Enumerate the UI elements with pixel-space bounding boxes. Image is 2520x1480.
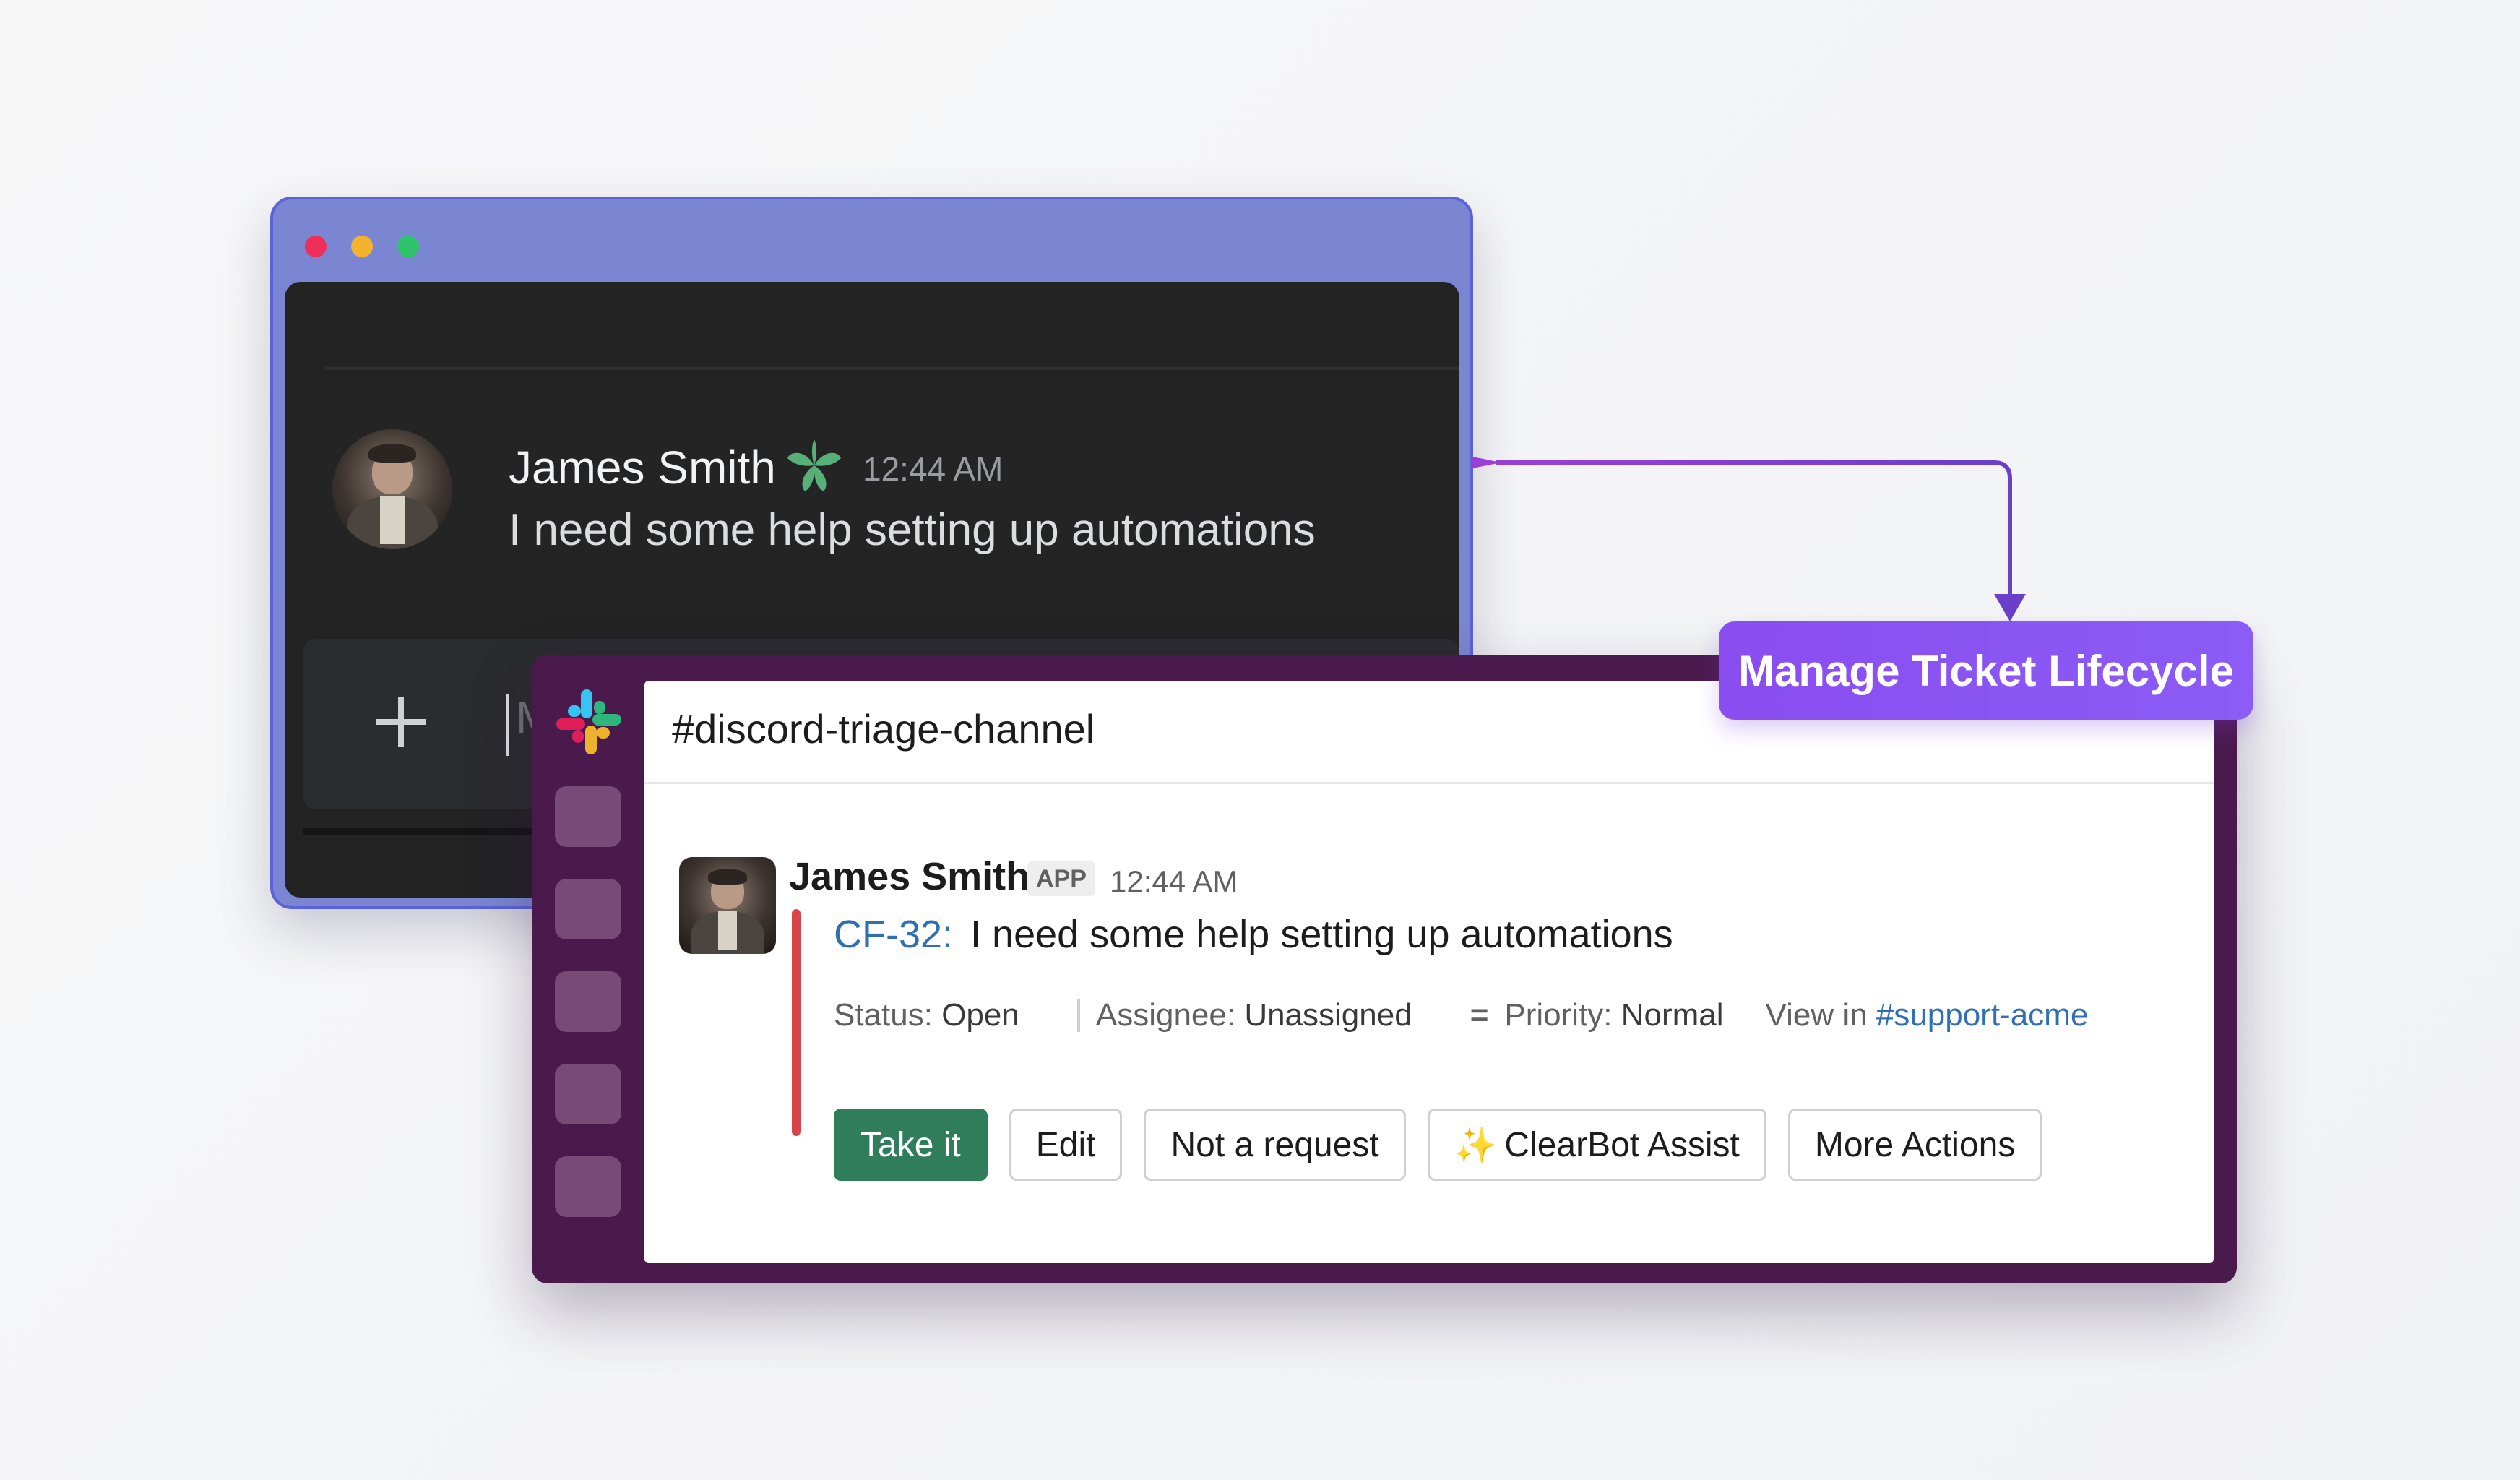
status-value: Open bbox=[941, 997, 1019, 1033]
slack-logo-icon bbox=[556, 689, 621, 754]
edit-button[interactable]: Edit bbox=[1009, 1109, 1123, 1181]
workspace-rail-item[interactable] bbox=[555, 1064, 621, 1124]
discord-divider bbox=[325, 367, 1459, 370]
minimize-window-dot[interactable] bbox=[351, 236, 373, 257]
workspace-rail-item[interactable] bbox=[555, 786, 621, 847]
leaf-badge-icon bbox=[788, 439, 841, 491]
assignee-separator bbox=[1076, 999, 1082, 1032]
workspace-rail-item[interactable] bbox=[555, 879, 621, 939]
ticket-meta: Status: Open Assignee: Unassigned = Prio… bbox=[834, 997, 2088, 1033]
ticket-summary: CF-32: I need some help setting up automa… bbox=[834, 912, 1673, 957]
workspace-rail-item[interactable] bbox=[555, 971, 621, 1032]
ticket-actions: Take it Edit Not a request ✨ ClearBot Ass… bbox=[834, 1109, 2042, 1181]
discord-timestamp: 12:44 AM bbox=[863, 450, 1004, 488]
clearbot-assist-button[interactable]: ✨ ClearBot Assist bbox=[1427, 1109, 1766, 1181]
discord-username[interactable]: James Smith bbox=[509, 441, 776, 494]
clearbot-assist-label: ClearBot Assist bbox=[1504, 1125, 1740, 1164]
ticket-text: I need some help setting up automations bbox=[970, 913, 1673, 956]
connector-arrow bbox=[1472, 457, 2026, 621]
channel-title[interactable]: #discord-triage-channel bbox=[672, 705, 1095, 752]
slack-sender-name[interactable]: James Smith bbox=[789, 854, 1030, 899]
slack-window: #discord-triage-channel James Smith APP … bbox=[532, 655, 2237, 1283]
slack-channel-view: #discord-triage-channel James Smith APP … bbox=[644, 681, 2214, 1263]
text-caret bbox=[506, 694, 509, 756]
assignee-label: Assignee: bbox=[1095, 997, 1236, 1033]
view-in-label: View in bbox=[1765, 997, 1868, 1033]
ticket-id-link[interactable]: CF-32: bbox=[834, 913, 953, 956]
close-window-dot[interactable] bbox=[305, 236, 327, 257]
manage-ticket-lifecycle-label: Manage Ticket Lifecycle bbox=[1719, 621, 2253, 720]
sparkle-icon: ✨ bbox=[1454, 1126, 1498, 1165]
workspace-rail-item[interactable] bbox=[555, 1156, 621, 1217]
priority-value: Normal bbox=[1621, 997, 1724, 1033]
discord-user-avatar[interactable] bbox=[332, 429, 452, 549]
attachment-accent-bar bbox=[792, 909, 801, 1136]
app-badge: APP bbox=[1027, 861, 1095, 896]
maximize-window-dot[interactable] bbox=[397, 236, 419, 257]
status-label: Status: bbox=[834, 997, 933, 1033]
support-channel-link[interactable]: #support-acme bbox=[1876, 997, 2088, 1033]
header-divider bbox=[644, 782, 2214, 784]
priority-icon: = bbox=[1470, 997, 1489, 1033]
discord-message-text: I need some help setting up automations bbox=[509, 505, 1316, 555]
take-it-button[interactable]: Take it bbox=[834, 1109, 988, 1181]
slack-sender-avatar[interactable] bbox=[679, 857, 776, 954]
priority-label: Priority: bbox=[1504, 997, 1613, 1033]
more-actions-button[interactable]: More Actions bbox=[1787, 1109, 2042, 1181]
plus-icon[interactable] bbox=[361, 682, 441, 762]
assignee-value: Unassigned bbox=[1244, 997, 1412, 1033]
slack-timestamp[interactable]: 12:44 AM bbox=[1110, 864, 1238, 899]
not-a-request-button[interactable]: Not a request bbox=[1144, 1109, 1406, 1181]
